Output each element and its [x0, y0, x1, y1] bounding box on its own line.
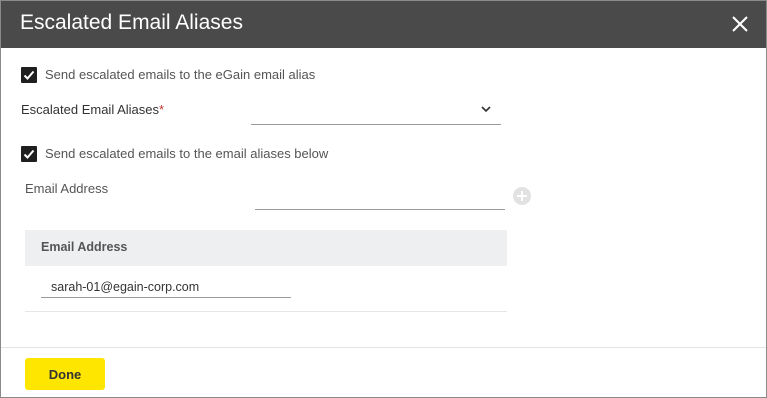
- aliases-below-checkbox-label[interactable]: Send escalated emails to the email alias…: [45, 146, 328, 161]
- escalated-email-aliases-dialog: Escalated Email Aliases Send escalated e…: [0, 0, 767, 398]
- required-mark: *: [159, 102, 165, 117]
- done-button[interactable]: Done: [25, 358, 105, 390]
- email-field-label: Email Address: [25, 181, 109, 196]
- egain-alias-checkbox-label[interactable]: Send escalated emails to the eGain email…: [45, 67, 315, 82]
- aliases-field-label: Escalated Email Aliases*: [21, 102, 164, 117]
- egain-alias-checkbox[interactable]: [21, 67, 37, 83]
- aliases-select[interactable]: [251, 96, 501, 125]
- checkmark-icon: [23, 149, 35, 159]
- checkmark-icon: [23, 70, 35, 80]
- column-header-email: Email Address: [41, 240, 128, 254]
- aliases-label-text: Escalated Email Aliases: [21, 102, 160, 117]
- email-aliases-table: Email Address: [25, 230, 507, 312]
- table-row: [25, 266, 507, 312]
- email-address-input[interactable]: [255, 181, 505, 210]
- row-email-input[interactable]: [41, 276, 291, 298]
- aliases-below-checkbox[interactable]: [21, 146, 37, 162]
- footer-divider: [1, 347, 766, 348]
- chevron-down-icon: [481, 106, 491, 113]
- dialog-title: Escalated Email Aliases: [20, 11, 243, 34]
- dialog-header: Escalated Email Aliases: [1, 1, 766, 48]
- table-header: Email Address: [25, 230, 507, 266]
- close-icon[interactable]: [730, 14, 750, 34]
- plus-circle-icon[interactable]: [513, 187, 531, 205]
